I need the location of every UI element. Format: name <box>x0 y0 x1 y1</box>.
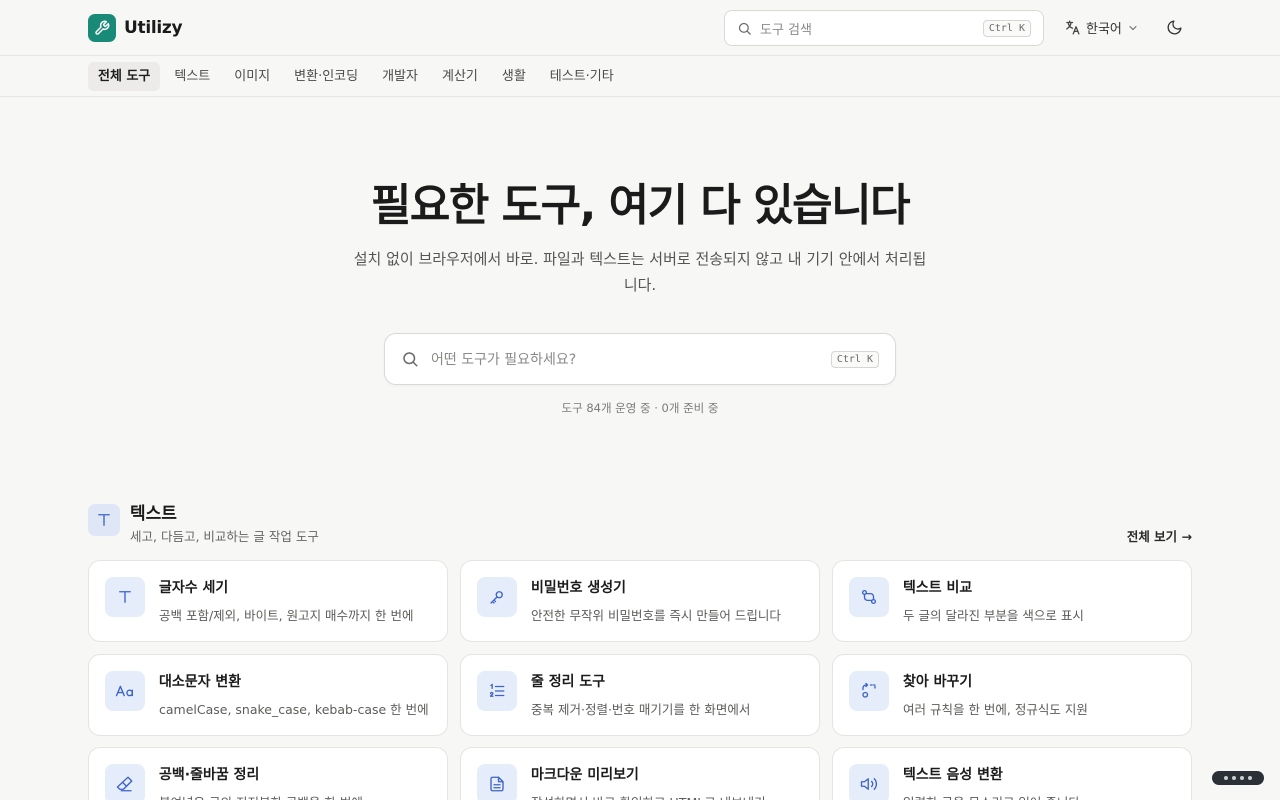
case-icon <box>105 671 145 711</box>
language-selector[interactable]: 한국어 <box>1064 18 1139 37</box>
tool-card-char-count[interactable]: 글자수 세기 공백 포함/제외, 바이트, 원고지 매수까지 한 번에 <box>88 560 448 642</box>
dot <box>1240 776 1244 780</box>
tool-card-line-tools[interactable]: 줄 정리 도구 중복 제거·정렬·번호 매기기를 한 화면에서 <box>460 654 820 736</box>
tool-card-title: 줄 정리 도구 <box>531 674 606 690</box>
tool-card-markdown-preview[interactable]: 마크다운 미리보기 작성하면서 바로 확인하고 HTML로 내보내기 <box>460 747 820 800</box>
category-nav: 전체 도구 텍스트 이미지 변환·인코딩 개발자 계산기 생활 테스트·기타 <box>0 56 1280 97</box>
language-label: 한국어 <box>1086 22 1122 37</box>
text-t-icon <box>88 504 120 536</box>
dot <box>1224 776 1228 780</box>
tool-card-title: 마크다운 미리보기 <box>531 767 639 783</box>
tool-card-desc: 붙여넣은 글의 지저분한 공백을 한 번에 <box>159 792 363 800</box>
tool-card-desc: 공백 포함/제외, 바이트, 원고지 매수까지 한 번에 <box>159 608 414 623</box>
tool-card-text-diff[interactable]: 텍스트 비교 두 글의 달라진 부분을 색으로 표시 <box>832 560 1192 642</box>
tool-card-title: 텍스트 비교 <box>903 580 973 596</box>
top-header: Utilizy 도구 검색 Ctrl K 한국어 <box>0 0 1280 56</box>
tool-stats: 도구 84개 운영 중 · 0개 준비 중 <box>561 401 719 415</box>
logo[interactable]: Utilizy <box>88 14 183 42</box>
speaker-icon <box>849 764 889 800</box>
file-text-icon <box>477 764 517 800</box>
tool-card-desc: camelCase, snake_case, kebab-case 한 번에 <box>159 702 429 717</box>
main-search-input[interactable]: 어떤 도구가 필요하세요? Ctrl K <box>384 333 896 385</box>
tab-image[interactable]: 이미지 <box>224 62 280 91</box>
search-icon <box>403 352 418 367</box>
hero-section: 필요한 도구, 여기 다 있습니다 설치 없이 브라우저에서 바로. 파일과 텍… <box>0 178 1280 298</box>
hero-title: 필요한 도구, 여기 다 있습니다 <box>370 180 911 231</box>
tab-convert-encode[interactable]: 변환·인코딩 <box>284 62 368 91</box>
tool-card-desc: 입력한 글을 목소리로 읽어 줍니다 <box>903 792 1080 800</box>
search-icon <box>738 22 751 35</box>
tool-card-title: 공백·줄바꿈 정리 <box>159 767 260 783</box>
tool-card-text-to-speech[interactable]: 텍스트 음성 변환 입력한 글을 목소리로 읽어 줍니다 <box>832 747 1192 800</box>
wrench-icon <box>88 14 116 42</box>
tool-card-desc: 두 글의 달라진 부분을 색으로 표시 <box>903 608 1084 623</box>
header-search-placeholder: 도구 검색 <box>760 22 812 38</box>
theme-toggle-button[interactable] <box>1166 19 1183 40</box>
moon-icon <box>1167 20 1182 35</box>
tool-card-password[interactable]: 비밀번호 생성기 안전한 무작위 비밀번호를 즉시 만들어 드립니다 <box>460 560 820 642</box>
chevron-down-icon <box>1129 25 1137 30</box>
tool-card-desc: 안전한 무작위 비밀번호를 즉시 만들어 드립니다 <box>531 608 781 623</box>
section-title: 텍스트 <box>130 504 177 524</box>
header-search-input[interactable]: 도구 검색 Ctrl K <box>724 10 1044 46</box>
tab-calculator[interactable]: 계산기 <box>432 62 488 91</box>
dot <box>1232 776 1236 780</box>
app-name: Utilizy <box>124 18 183 38</box>
tab-developer[interactable]: 개발자 <box>372 62 428 91</box>
tool-card-title: 텍스트 음성 변환 <box>903 767 1003 783</box>
tool-card-case-convert[interactable]: 대소문자 변환 camelCase, snake_case, kebab-cas… <box>88 654 448 736</box>
dot <box>1248 776 1252 780</box>
tool-card-title: 글자수 세기 <box>159 580 229 596</box>
tool-card-title: 비밀번호 생성기 <box>531 580 627 596</box>
diff-icon <box>849 577 889 617</box>
shortcut-hint: Ctrl K <box>982 19 1031 37</box>
key-icon <box>477 577 517 617</box>
tool-card-desc: 작성하면서 바로 확인하고 HTML로 내보내기 <box>531 792 766 800</box>
tab-all-tools[interactable]: 전체 도구 <box>88 62 161 91</box>
main-search-placeholder: 어떤 도구가 필요하세요? <box>431 352 577 368</box>
tool-card-whitespace-cleanup[interactable]: 공백·줄바꿈 정리 붙여넣은 글의 지저분한 공백을 한 번에 <box>88 747 448 800</box>
tool-card-desc: 여러 규칙을 한 번에, 정규식도 지원 <box>903 702 1088 717</box>
text-t-icon <box>105 577 145 617</box>
tool-card-desc: 중복 제거·정렬·번호 매기기를 한 화면에서 <box>531 702 751 717</box>
tool-card-title: 대소문자 변환 <box>159 674 242 690</box>
see-all-link[interactable]: 전체 보기 → <box>1127 526 1192 545</box>
tool-card-find-replace[interactable]: 찾아 바꾸기 여러 규칙을 한 번에, 정규식도 지원 <box>832 654 1192 736</box>
tab-text[interactable]: 텍스트 <box>164 62 220 91</box>
replace-icon <box>849 671 889 711</box>
list-ordered-icon <box>477 671 517 711</box>
translate-icon <box>1066 20 1080 35</box>
hero-subtitle: 설치 없이 브라우저에서 바로. 파일과 텍스트는 서버로 전송되지 않고 내 … <box>353 250 927 294</box>
shortcut-hint: Ctrl K <box>830 350 879 368</box>
tab-life[interactable]: 생활 <box>492 62 536 91</box>
section-description: 세고, 다듬고, 비교하는 글 작업 도구 <box>130 529 319 544</box>
floating-toolbar-handle[interactable] <box>1212 771 1264 785</box>
eraser-icon <box>105 764 145 800</box>
tool-card-title: 찾아 바꾸기 <box>903 674 973 690</box>
tab-test-etc[interactable]: 테스트·기타 <box>540 62 624 91</box>
